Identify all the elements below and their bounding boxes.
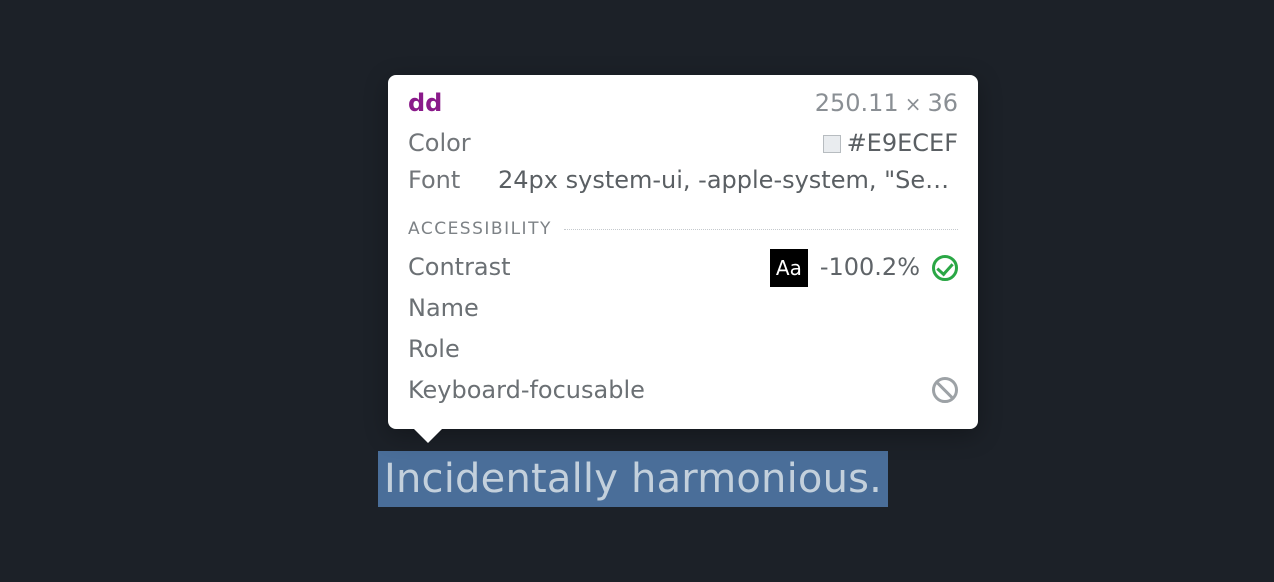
font-row: Font 24px system-ui, -apple-system, "Seg… (408, 162, 958, 199)
inspected-element-highlight: Incidentally harmonious. (378, 451, 888, 507)
name-row: Name (408, 288, 958, 329)
color-value: #E9ECEF (847, 125, 958, 162)
dimension-width: 250.11 (815, 89, 899, 117)
contrast-value-wrap: Aa -100.2% (770, 247, 958, 288)
check-circle-icon (932, 255, 958, 281)
role-label: Role (408, 329, 958, 370)
color-label: Color (408, 125, 478, 162)
font-value: 24px system-ui, -apple-system, "Segoe… (498, 162, 958, 199)
accessibility-section-header: ACCESSIBILITY (408, 219, 958, 239)
keyboard-focusable-value-wrap (932, 377, 958, 403)
accessibility-section-title: ACCESSIBILITY (408, 219, 552, 239)
element-inspector-tooltip: dd 250.11 × 36 Color #E9ECEF Font 24px s… (388, 75, 978, 429)
color-row: Color #E9ECEF (408, 125, 958, 162)
contrast-label: Contrast (408, 247, 770, 288)
dimension-height: 36 (927, 89, 958, 117)
name-label: Name (408, 288, 958, 329)
role-row: Role (408, 329, 958, 370)
contrast-value: -100.2% (820, 247, 920, 288)
color-swatch-icon (823, 135, 841, 153)
color-value-wrap: #E9ECEF (496, 125, 958, 162)
keyboard-focusable-row: Keyboard-focusable (408, 370, 958, 411)
keyboard-focusable-label: Keyboard-focusable (408, 370, 932, 411)
font-label: Font (408, 162, 478, 199)
dimension-times-icon: × (905, 92, 922, 116)
not-allowed-icon (932, 377, 958, 403)
contrast-row: Contrast Aa -100.2% (408, 247, 958, 288)
section-divider (564, 229, 958, 230)
element-tag-name: dd (408, 89, 442, 117)
contrast-sample-badge: Aa (770, 249, 808, 287)
element-dimensions: 250.11 × 36 (815, 89, 958, 117)
tooltip-header: dd 250.11 × 36 (408, 89, 958, 117)
